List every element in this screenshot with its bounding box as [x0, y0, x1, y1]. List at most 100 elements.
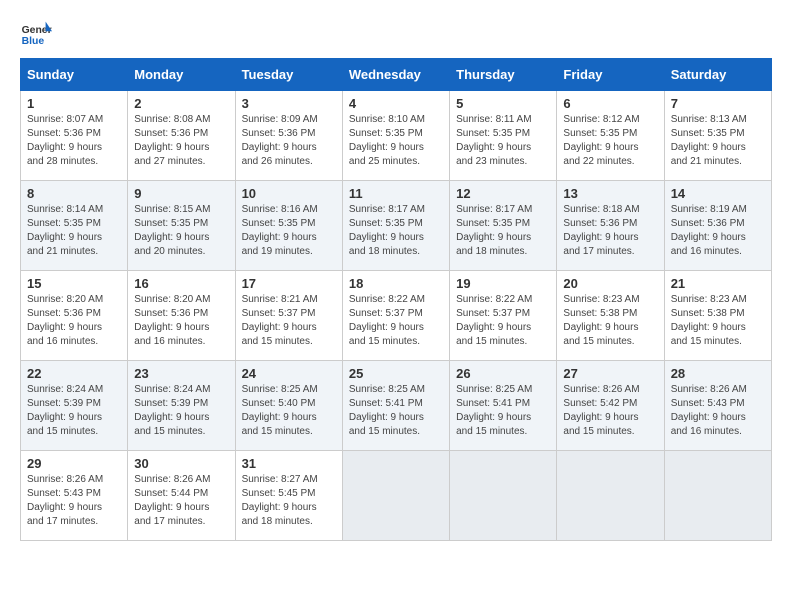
daylight-text: Daylight: 9 hours and 18 minutes.	[349, 231, 443, 259]
day-number: 5	[456, 96, 550, 111]
sunset-text: Sunset: 5:41 PM	[349, 397, 443, 411]
sunrise-text: Sunrise: 8:26 AM	[27, 473, 121, 487]
day-number: 13	[563, 186, 657, 201]
day-number: 19	[456, 276, 550, 291]
sunset-text: Sunset: 5:45 PM	[242, 487, 336, 501]
day-number: 4	[349, 96, 443, 111]
day-number: 23	[134, 366, 228, 381]
sunset-text: Sunset: 5:36 PM	[671, 217, 765, 231]
day-number: 20	[563, 276, 657, 291]
calendar-day-cell: 14 Sunrise: 8:19 AM Sunset: 5:36 PM Dayl…	[664, 181, 771, 271]
sunset-text: Sunset: 5:36 PM	[27, 127, 121, 141]
daylight-text: Daylight: 9 hours and 21 minutes.	[671, 141, 765, 169]
header-row: Sunday Monday Tuesday Wednesday Thursday…	[21, 59, 772, 91]
logo-icon: General Blue	[20, 20, 52, 48]
daylight-text: Daylight: 9 hours and 15 minutes.	[456, 321, 550, 349]
sunrise-text: Sunrise: 8:21 AM	[242, 293, 336, 307]
daylight-text: Daylight: 9 hours and 17 minutes.	[27, 501, 121, 529]
calendar-week-row: 22 Sunrise: 8:24 AM Sunset: 5:39 PM Dayl…	[21, 361, 772, 451]
calendar-day-cell: 7 Sunrise: 8:13 AM Sunset: 5:35 PM Dayli…	[664, 91, 771, 181]
col-thursday: Thursday	[450, 59, 557, 91]
daylight-text: Daylight: 9 hours and 22 minutes.	[563, 141, 657, 169]
sunset-text: Sunset: 5:35 PM	[349, 127, 443, 141]
daylight-text: Daylight: 9 hours and 15 minutes.	[456, 411, 550, 439]
daylight-text: Daylight: 9 hours and 28 minutes.	[27, 141, 121, 169]
sunrise-text: Sunrise: 8:18 AM	[563, 203, 657, 217]
calendar-day-cell: 28 Sunrise: 8:26 AM Sunset: 5:43 PM Dayl…	[664, 361, 771, 451]
sunrise-text: Sunrise: 8:17 AM	[456, 203, 550, 217]
day-number: 10	[242, 186, 336, 201]
day-number: 22	[27, 366, 121, 381]
calendar-day-cell: 30 Sunrise: 8:26 AM Sunset: 5:44 PM Dayl…	[128, 451, 235, 541]
calendar-week-row: 15 Sunrise: 8:20 AM Sunset: 5:36 PM Dayl…	[21, 271, 772, 361]
calendar-day-cell: 18 Sunrise: 8:22 AM Sunset: 5:37 PM Dayl…	[342, 271, 449, 361]
day-info: Sunrise: 8:20 AM Sunset: 5:36 PM Dayligh…	[27, 293, 121, 349]
day-number: 8	[27, 186, 121, 201]
calendar-day-cell: 26 Sunrise: 8:25 AM Sunset: 5:41 PM Dayl…	[450, 361, 557, 451]
day-info: Sunrise: 8:17 AM Sunset: 5:35 PM Dayligh…	[456, 203, 550, 259]
sunrise-text: Sunrise: 8:13 AM	[671, 113, 765, 127]
daylight-text: Daylight: 9 hours and 15 minutes.	[349, 321, 443, 349]
col-friday: Friday	[557, 59, 664, 91]
sunset-text: Sunset: 5:38 PM	[671, 307, 765, 321]
daylight-text: Daylight: 9 hours and 27 minutes.	[134, 141, 228, 169]
sunrise-text: Sunrise: 8:11 AM	[456, 113, 550, 127]
sunset-text: Sunset: 5:36 PM	[134, 127, 228, 141]
calendar-day-cell	[450, 451, 557, 541]
day-number: 21	[671, 276, 765, 291]
sunrise-text: Sunrise: 8:24 AM	[134, 383, 228, 397]
day-number: 11	[349, 186, 443, 201]
sunset-text: Sunset: 5:35 PM	[242, 217, 336, 231]
sunrise-text: Sunrise: 8:20 AM	[134, 293, 228, 307]
sunrise-text: Sunrise: 8:25 AM	[456, 383, 550, 397]
day-number: 2	[134, 96, 228, 111]
sunset-text: Sunset: 5:36 PM	[563, 217, 657, 231]
calendar-day-cell: 27 Sunrise: 8:26 AM Sunset: 5:42 PM Dayl…	[557, 361, 664, 451]
sunrise-text: Sunrise: 8:22 AM	[456, 293, 550, 307]
calendar-day-cell: 1 Sunrise: 8:07 AM Sunset: 5:36 PM Dayli…	[21, 91, 128, 181]
sunrise-text: Sunrise: 8:19 AM	[671, 203, 765, 217]
sunset-text: Sunset: 5:37 PM	[349, 307, 443, 321]
daylight-text: Daylight: 9 hours and 18 minutes.	[242, 501, 336, 529]
calendar-day-cell: 25 Sunrise: 8:25 AM Sunset: 5:41 PM Dayl…	[342, 361, 449, 451]
calendar-day-cell	[664, 451, 771, 541]
daylight-text: Daylight: 9 hours and 15 minutes.	[242, 411, 336, 439]
sunrise-text: Sunrise: 8:25 AM	[242, 383, 336, 397]
day-number: 7	[671, 96, 765, 111]
sunrise-text: Sunrise: 8:10 AM	[349, 113, 443, 127]
logo: General Blue	[20, 20, 52, 48]
calendar-day-cell: 8 Sunrise: 8:14 AM Sunset: 5:35 PM Dayli…	[21, 181, 128, 271]
day-number: 25	[349, 366, 443, 381]
day-number: 1	[27, 96, 121, 111]
sunset-text: Sunset: 5:43 PM	[671, 397, 765, 411]
day-info: Sunrise: 8:10 AM Sunset: 5:35 PM Dayligh…	[349, 113, 443, 169]
calendar-week-row: 29 Sunrise: 8:26 AM Sunset: 5:43 PM Dayl…	[21, 451, 772, 541]
daylight-text: Daylight: 9 hours and 15 minutes.	[563, 321, 657, 349]
day-info: Sunrise: 8:11 AM Sunset: 5:35 PM Dayligh…	[456, 113, 550, 169]
day-info: Sunrise: 8:25 AM Sunset: 5:41 PM Dayligh…	[456, 383, 550, 439]
col-tuesday: Tuesday	[235, 59, 342, 91]
sunrise-text: Sunrise: 8:26 AM	[134, 473, 228, 487]
day-info: Sunrise: 8:22 AM Sunset: 5:37 PM Dayligh…	[456, 293, 550, 349]
sunset-text: Sunset: 5:39 PM	[134, 397, 228, 411]
day-info: Sunrise: 8:26 AM Sunset: 5:43 PM Dayligh…	[671, 383, 765, 439]
sunrise-text: Sunrise: 8:25 AM	[349, 383, 443, 397]
sunset-text: Sunset: 5:44 PM	[134, 487, 228, 501]
day-info: Sunrise: 8:16 AM Sunset: 5:35 PM Dayligh…	[242, 203, 336, 259]
day-info: Sunrise: 8:24 AM Sunset: 5:39 PM Dayligh…	[27, 383, 121, 439]
day-number: 29	[27, 456, 121, 471]
col-sunday: Sunday	[21, 59, 128, 91]
day-number: 24	[242, 366, 336, 381]
sunset-text: Sunset: 5:42 PM	[563, 397, 657, 411]
calendar-day-cell: 23 Sunrise: 8:24 AM Sunset: 5:39 PM Dayl…	[128, 361, 235, 451]
daylight-text: Daylight: 9 hours and 15 minutes.	[349, 411, 443, 439]
day-info: Sunrise: 8:18 AM Sunset: 5:36 PM Dayligh…	[563, 203, 657, 259]
daylight-text: Daylight: 9 hours and 16 minutes.	[27, 321, 121, 349]
daylight-text: Daylight: 9 hours and 15 minutes.	[242, 321, 336, 349]
daylight-text: Daylight: 9 hours and 15 minutes.	[134, 411, 228, 439]
sunrise-text: Sunrise: 8:23 AM	[671, 293, 765, 307]
day-info: Sunrise: 8:26 AM Sunset: 5:44 PM Dayligh…	[134, 473, 228, 529]
daylight-text: Daylight: 9 hours and 17 minutes.	[134, 501, 228, 529]
daylight-text: Daylight: 9 hours and 25 minutes.	[349, 141, 443, 169]
sunset-text: Sunset: 5:35 PM	[456, 217, 550, 231]
